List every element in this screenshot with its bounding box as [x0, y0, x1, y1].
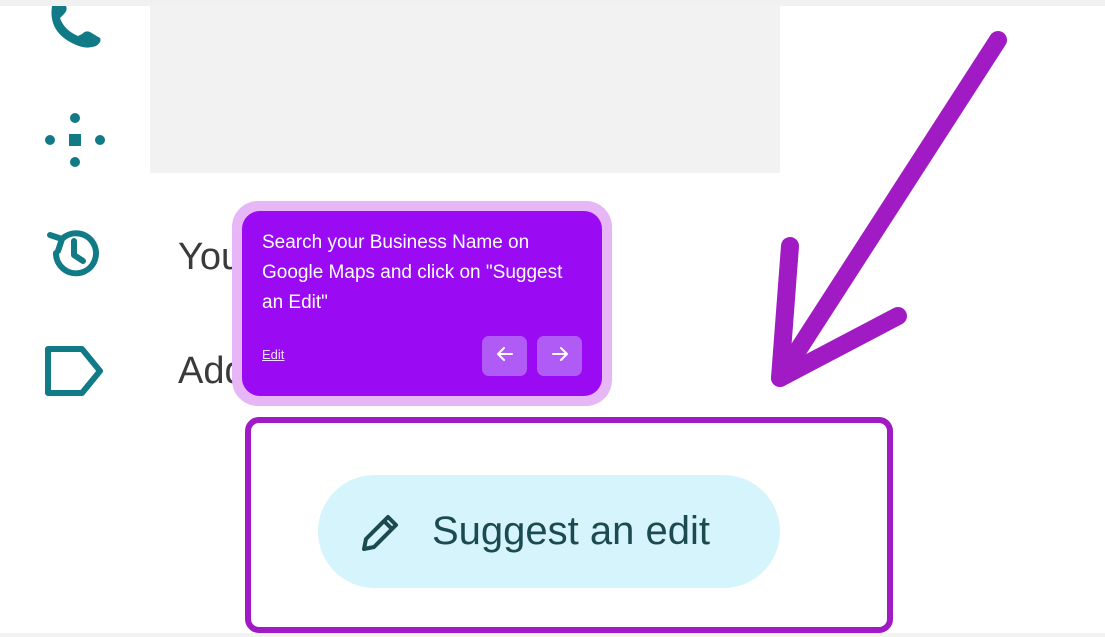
suggest-edit-button[interactable]: Suggest an edit: [318, 475, 780, 588]
previous-step-button[interactable]: [482, 336, 527, 376]
guide-tooltip: Search your Business Name on Google Maps…: [242, 211, 602, 396]
image-placeholder-panel: [150, 6, 780, 173]
tooltip-edit-link[interactable]: Edit: [262, 347, 284, 362]
next-step-button[interactable]: [537, 336, 582, 376]
bottom-strip: [0, 633, 1105, 637]
suggest-edit-label: Suggest an edit: [432, 509, 710, 553]
tooltip-message: Search your Business Name on Google Maps…: [262, 232, 563, 313]
dots-grid-icon[interactable]: [44, 110, 106, 175]
arrow-left-icon: [496, 346, 514, 367]
phone-icon[interactable]: [44, 6, 106, 57]
label-tag-icon[interactable]: [44, 345, 104, 402]
history-icon[interactable]: [46, 225, 102, 286]
arrow-right-icon: [551, 346, 569, 367]
pencil-icon: [358, 511, 402, 560]
